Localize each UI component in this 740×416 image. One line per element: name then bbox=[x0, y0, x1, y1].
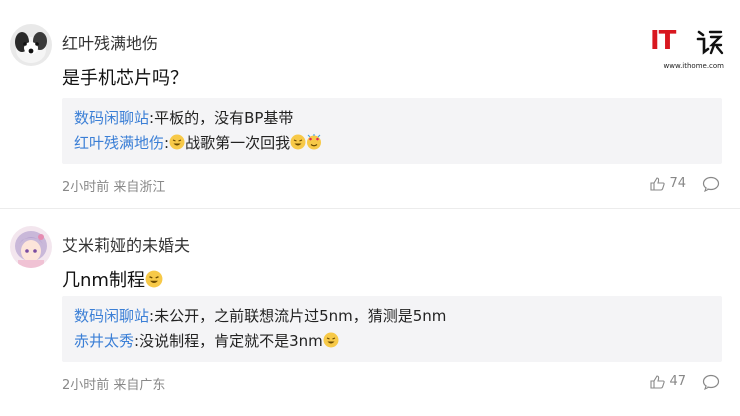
avatar[interactable] bbox=[10, 226, 52, 268]
comment-time: 2小时前 bbox=[62, 180, 110, 195]
reply-item: 赤井太秀:没说制程，肯定就不是3nm bbox=[74, 329, 710, 354]
reply-username[interactable]: 赤井太秀 bbox=[74, 332, 134, 350]
comment-content: 是手机芯片吗？ bbox=[62, 68, 188, 89]
comment-location: 来自广东 bbox=[113, 378, 166, 393]
comment-divider bbox=[0, 208, 740, 209]
like-count: 47 bbox=[669, 374, 686, 389]
comment-username[interactable]: 红叶残满地伤 bbox=[62, 30, 158, 54]
reply-bubble-icon[interactable] bbox=[702, 176, 720, 192]
comment-content: 几nm制程 bbox=[62, 266, 163, 292]
reply-item: 数码闲聊站:未公开，之前联想流片过5nm，猜测是5nm bbox=[74, 304, 710, 329]
comment-location: 来自浙江 bbox=[113, 180, 166, 195]
laughing-emoji-icon bbox=[323, 332, 339, 348]
like-button[interactable]: 47 bbox=[650, 374, 686, 389]
reply-text: 战歌第一次回我 bbox=[185, 134, 291, 152]
reply-username[interactable]: 数码闲聊站 bbox=[74, 109, 149, 127]
like-button[interactable]: 74 bbox=[650, 176, 686, 191]
like-count: 74 bbox=[669, 176, 686, 191]
comment-meta: 2小时前 来自浙江 bbox=[62, 176, 165, 195]
thumbs-up-icon bbox=[650, 374, 666, 389]
comment-username[interactable]: 艾米莉娅的未婚夫 bbox=[62, 232, 190, 256]
reply-text: 没说制程，肯定就不是3nm bbox=[139, 332, 323, 350]
reply-username[interactable]: 数码闲聊站 bbox=[74, 307, 149, 325]
reply-list: 数码闲聊站:未公开，之前联想流片过5nm，猜测是5nm 赤井太秀:没说制程，肯定… bbox=[62, 296, 722, 362]
avatar-anime-image bbox=[10, 226, 52, 268]
comment-meta: 2小时前 来自广东 bbox=[62, 374, 165, 393]
reply-bubble-icon[interactable] bbox=[702, 374, 720, 390]
laughing-emoji-icon bbox=[169, 134, 185, 150]
reply-text: 未公开，之前联想流片过5nm，猜测是5nm bbox=[154, 307, 447, 325]
laughing-emoji-icon bbox=[290, 134, 306, 150]
thumbs-up-icon bbox=[650, 176, 666, 191]
comment-item: 艾米莉娅的未婚夫 几nm制程 数码闲聊站:未公开，之前联想流片过5nm，猜测是5… bbox=[0, 210, 740, 416]
reply-item: 数码闲聊站:平板的，没有BP基带 bbox=[74, 106, 710, 131]
comment-content-text: 几nm制程 bbox=[62, 270, 145, 291]
laughing-emoji-icon bbox=[145, 270, 163, 288]
reply-list: 数码闲聊站:平板的，没有BP基带 红叶残满地伤: 战歌第一次回我 bbox=[62, 98, 722, 164]
reply-text: 平板的，没有BP基带 bbox=[154, 109, 294, 127]
avatar[interactable] bbox=[10, 24, 52, 66]
avatar-dog-image bbox=[10, 24, 52, 66]
reply-item: 红叶残满地伤: 战歌第一次回我 bbox=[74, 131, 710, 156]
heart-eyes-emoji-icon bbox=[307, 134, 322, 150]
comment-item: 红叶残满地伤 是手机芯片吗？ 数码闲聊站:平板的，没有BP基带 红叶残满地伤: 战… bbox=[0, 0, 740, 208]
reply-username[interactable]: 红叶残满地伤 bbox=[74, 134, 164, 152]
comment-time: 2小时前 bbox=[62, 378, 110, 393]
